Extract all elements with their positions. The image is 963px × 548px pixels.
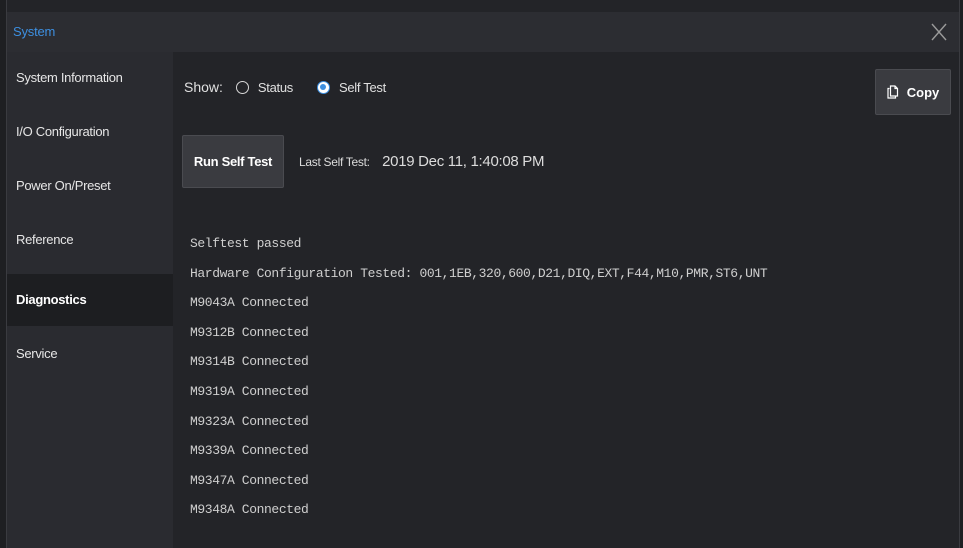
show-selector: Show: Status Self Test — [184, 76, 410, 98]
copy-button[interactable]: Copy — [875, 69, 951, 115]
sidebar-item-reference[interactable]: Reference — [7, 214, 173, 266]
log-line: M9348A Connected — [190, 502, 309, 518]
self-test-log: Selftest passed Hardware Configuration T… — [190, 229, 768, 525]
close-button[interactable] — [925, 16, 951, 46]
last-self-test: Last Self Test: 2019 Dec 11, 1:40:08 PM — [299, 153, 545, 171]
run-self-test-button[interactable]: Run Self Test — [182, 135, 284, 188]
log-line: M9312B Connected — [190, 324, 309, 340]
log-line: M9347A Connected — [190, 472, 309, 488]
log-line: Hardware Configuration Tested: 001,1EB,3… — [190, 265, 768, 281]
show-label: Show: — [184, 79, 223, 95]
last-self-test-value: 2019 Dec 11, 1:40:08 PM — [382, 153, 545, 170]
log-line: M9339A Connected — [190, 443, 309, 459]
sidebar-item-io-configuration[interactable]: I/O Configuration — [7, 106, 173, 158]
radio-self-test[interactable]: Self Test — [316, 79, 386, 95]
log-line: M9043A Connected — [190, 295, 309, 311]
sidebar: System Information I/O Configuration Pow… — [7, 52, 173, 548]
sidebar-item-diagnostics[interactable]: Diagnostics — [7, 274, 173, 326]
radio-status[interactable]: Status — [235, 79, 293, 95]
close-icon — [931, 23, 947, 41]
log-line: M9314B Connected — [190, 354, 309, 370]
sidebar-item-power-on-preset[interactable]: Power On/Preset — [7, 160, 173, 212]
window-title: System — [13, 24, 56, 39]
radio-self-test-label: Self Test — [338, 79, 386, 95]
log-line: M9319A Connected — [190, 383, 309, 399]
sidebar-item-system-information[interactable]: System Information — [7, 52, 173, 104]
radio-status-label: Status — [257, 79, 293, 95]
radio-status-indicator[interactable] — [235, 80, 249, 94]
sidebar-item-service[interactable]: Service — [7, 328, 173, 380]
last-self-test-label: Last Self Test: — [299, 155, 370, 169]
copy-button-label: Copy — [906, 84, 940, 100]
log-line: M9323A Connected — [190, 413, 309, 429]
clipboard-icon — [887, 85, 899, 99]
log-line: Selftest passed — [190, 236, 302, 251]
main-panel: Show: Status Self Test Copy Run Self Tes… — [173, 52, 959, 548]
system-dialog: System System Information I/O Configurat… — [6, 0, 960, 548]
title-bar: System — [7, 12, 959, 53]
radio-self-test-indicator[interactable] — [316, 80, 330, 94]
